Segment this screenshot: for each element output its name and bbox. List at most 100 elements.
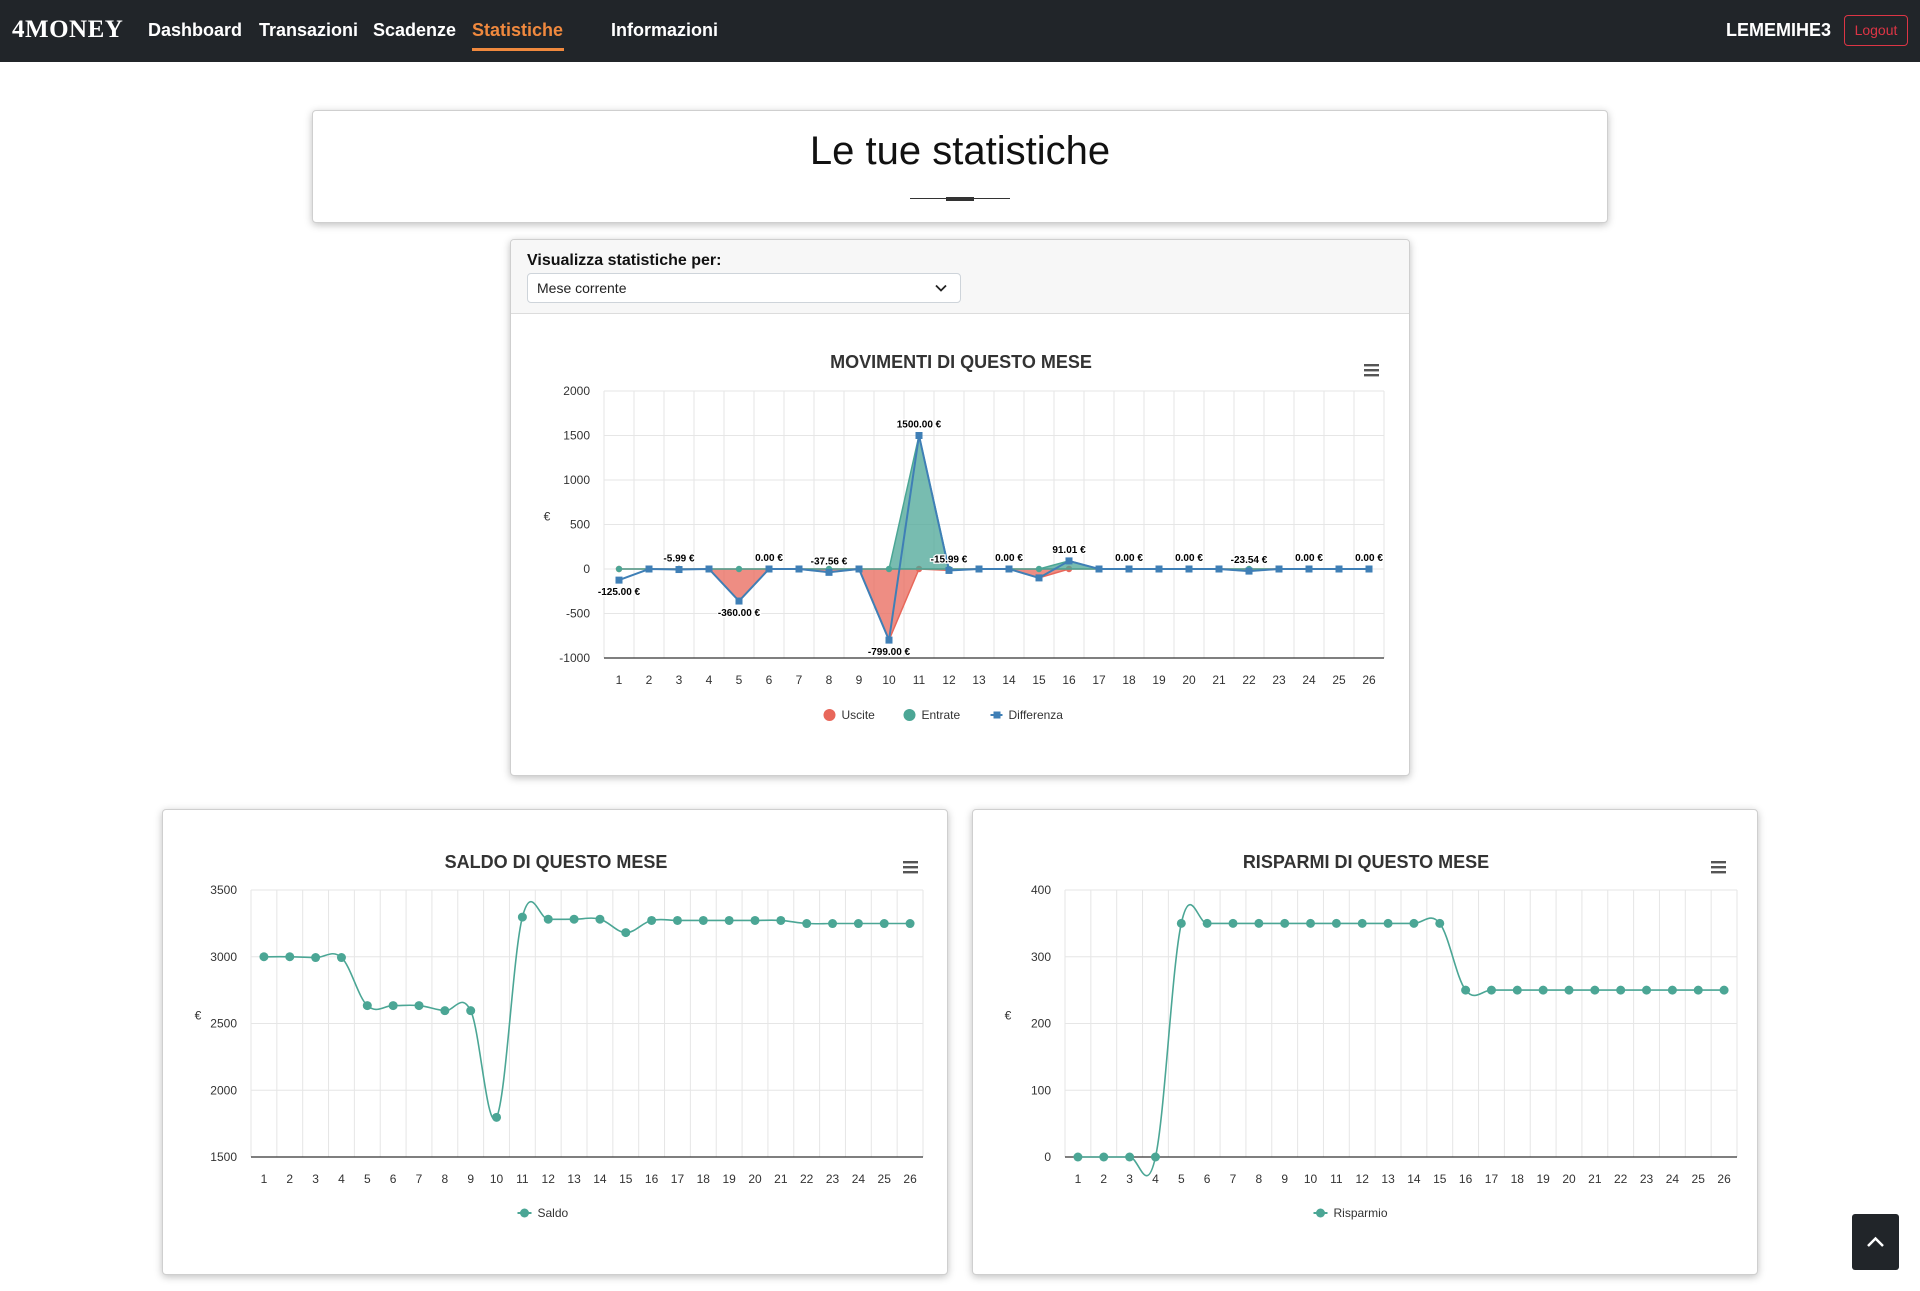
point-risparmio	[1564, 985, 1574, 995]
brand-logo[interactable]: 4MONEY	[12, 16, 123, 44]
x-tick-label: 1	[261, 1172, 268, 1186]
point-saldo	[414, 1001, 424, 1011]
x-tick-label: 16	[1062, 673, 1076, 687]
point-saldo	[492, 1112, 502, 1122]
x-tick-label: 12	[942, 673, 956, 687]
point-risparmio	[1202, 918, 1212, 928]
x-tick-label: 13	[972, 673, 986, 687]
point-saldo	[828, 919, 838, 929]
point-saldo	[853, 919, 863, 929]
point-differenza	[825, 568, 833, 576]
y-tick-label: 200	[1031, 1017, 1051, 1031]
point-risparmio	[1306, 918, 1316, 928]
y-tick-label: 1500	[210, 1150, 237, 1164]
scroll-top-button[interactable]	[1852, 1214, 1899, 1270]
nav-scadenze[interactable]: Scadenze	[373, 20, 456, 41]
data-label: 91.01 €	[1052, 545, 1086, 556]
nav-transazioni[interactable]: Transazioni	[259, 20, 358, 41]
point-risparmio	[1435, 918, 1445, 928]
y-tick-label: 3000	[210, 950, 237, 964]
x-tick-label: 10	[490, 1172, 504, 1186]
point-saldo	[698, 915, 708, 925]
point-risparmio	[1461, 985, 1471, 995]
x-tick-label: 23	[1640, 1172, 1654, 1186]
point-differenza	[765, 565, 773, 573]
point-risparmio	[1176, 918, 1186, 928]
x-tick-label: 24	[852, 1172, 866, 1186]
point-entrate	[615, 565, 623, 573]
point-saldo	[905, 919, 915, 929]
point-saldo	[672, 915, 682, 925]
y-tick-label: 1500	[563, 429, 590, 443]
point-saldo	[285, 952, 295, 962]
y-tick-label: 400	[1031, 883, 1051, 897]
x-tick-label: 25	[1332, 673, 1346, 687]
x-tick-label: 14	[1407, 1172, 1421, 1186]
x-tick-label: 5	[1178, 1172, 1185, 1186]
nav-informazioni[interactable]: Informazioni	[611, 20, 718, 41]
x-tick-label: 22	[800, 1172, 814, 1186]
point-differenza	[1365, 565, 1373, 573]
point-saldo	[595, 914, 605, 924]
point-risparmio	[1228, 918, 1238, 928]
point-differenza	[645, 565, 653, 573]
x-tick-label: 7	[1230, 1172, 1237, 1186]
point-risparmio	[1409, 918, 1419, 928]
data-label: 0.00 €	[1295, 553, 1323, 564]
point-risparmio	[1280, 918, 1290, 928]
saldo-card: SALDO DI QUESTO MESE 3500 3000 2500 2000 1500…	[162, 809, 948, 1275]
risparmi-card: RISPARMI DI QUESTO MESE 400 300 200 100 0 €1 2 3…	[972, 809, 1758, 1275]
x-tick-label: 7	[796, 673, 803, 687]
legend-label-entrate: Entrate	[922, 708, 961, 722]
x-tick-label: 26	[1717, 1172, 1731, 1186]
point-saldo	[311, 953, 321, 963]
point-saldo	[879, 919, 889, 929]
movimenti-card: Visualizza statistiche per: Mese corrent…	[510, 239, 1410, 776]
y-axis-label: €	[1005, 1009, 1012, 1023]
legend-symbol-uscite	[823, 709, 836, 721]
y-tick-label: 0	[583, 562, 590, 576]
x-tick-label: 18	[1122, 673, 1136, 687]
chart-menu-icon[interactable]	[1360, 359, 1383, 381]
data-label: -5.99 €	[663, 554, 695, 565]
chart-menu-icon[interactable]	[1707, 856, 1730, 878]
data-label: -360.00 €	[718, 608, 761, 619]
nav-dashboard[interactable]: Dashboard	[148, 20, 242, 41]
point-risparmio	[1512, 985, 1522, 995]
logout-button[interactable]: Logout	[1844, 15, 1908, 46]
point-saldo	[802, 919, 812, 929]
legend-symbol-marker	[1316, 1208, 1325, 1218]
y-tick-label: 2000	[563, 384, 590, 398]
point-saldo	[517, 912, 527, 922]
x-tick-label: 3	[1126, 1172, 1133, 1186]
chart-menu-icon[interactable]	[899, 856, 922, 878]
point-differenza	[1305, 565, 1313, 573]
x-tick-label: 8	[442, 1172, 449, 1186]
point-differenza	[1005, 565, 1013, 573]
point-differenza	[1065, 557, 1073, 565]
point-differenza	[855, 565, 863, 573]
point-risparmio	[1073, 1152, 1083, 1162]
legend-symbol-entrate	[903, 709, 916, 721]
x-tick-label: 4	[706, 673, 713, 687]
point-risparmio	[1693, 985, 1703, 995]
point-risparmio	[1642, 985, 1652, 995]
point-differenza	[885, 636, 893, 644]
navbar: 4MONEY Dashboard Transazioni Scadenze St…	[0, 0, 1920, 62]
nav-statistiche[interactable]: Statistiche	[472, 20, 563, 41]
data-label: 1500.00 €	[897, 420, 942, 431]
saldo-chart: SALDO DI QUESTO MESE 3500 3000 2500 2000 1500…	[195, 852, 924, 1220]
x-tick-label: 9	[467, 1172, 474, 1186]
point-differenza	[945, 566, 953, 574]
y-tick-label: 3500	[210, 883, 237, 897]
point-saldo	[647, 915, 657, 925]
point-risparmio	[1719, 985, 1729, 995]
x-tick-label: 18	[1511, 1172, 1525, 1186]
x-tick-label: 26	[903, 1172, 917, 1186]
movimenti-chart: MOVIMENTI DI QUESTO MESE 2000 1500 1000 500 0…	[544, 352, 1385, 722]
title-card: Le tue statistiche	[312, 110, 1608, 223]
x-tick-label: 21	[1212, 673, 1226, 687]
x-tick-label: 12	[542, 1172, 556, 1186]
x-tick-label: 5	[364, 1172, 371, 1186]
page-title: Le tue statistiche	[809, 129, 1111, 173]
